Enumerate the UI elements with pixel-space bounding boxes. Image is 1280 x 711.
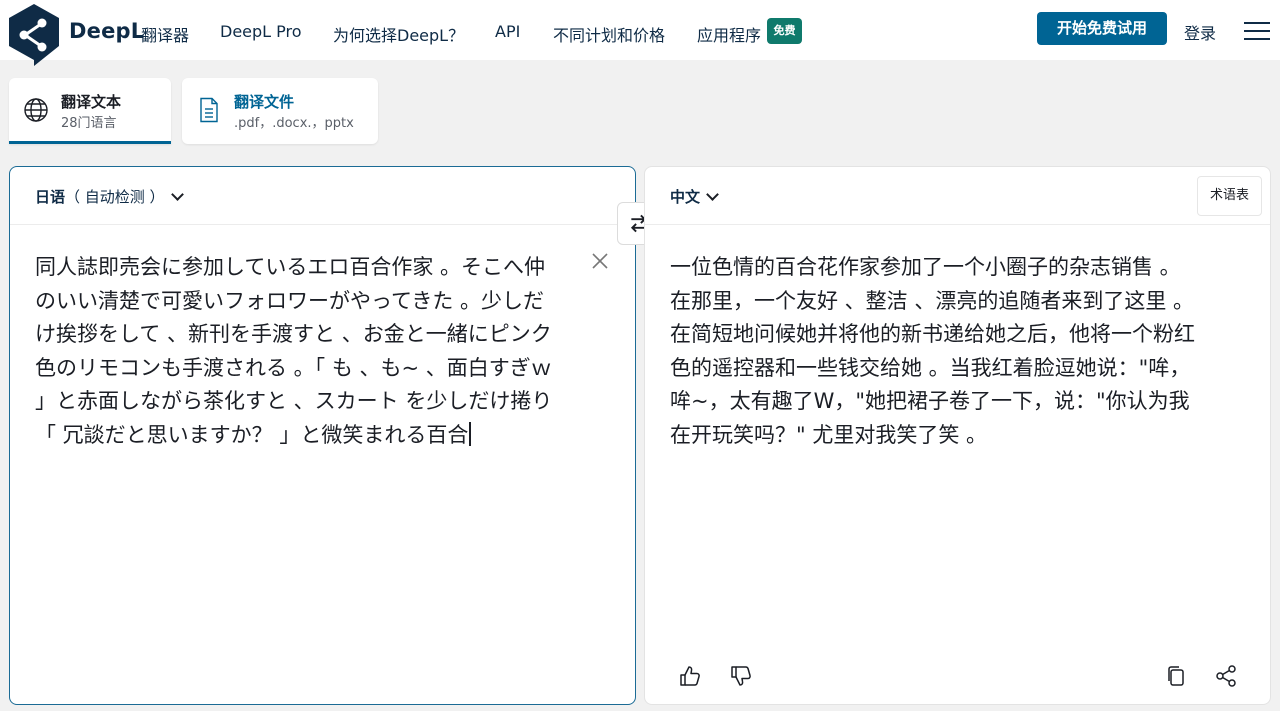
source-text: 同人誌即売会に参加しているエロ百合作家 。そこへ仲のいい清楚で可愛いフォロワーが… [35,255,553,447]
target-panel: 中文 术语表 一位色情的百合花作家参加了一个小圈子的杂志销售 。在那里，一个友好… [644,166,1271,705]
target-language: 中文 [670,188,701,206]
source-language: 日语 [35,188,66,206]
target-panel-header: 中文 术语表 [645,167,1270,225]
nav-why-deepl[interactable]: 为何选择DeepL？ [333,22,464,46]
chevron-down-icon [170,188,184,201]
source-panel-header: 日语（ 自动检测 ） [10,167,635,225]
close-icon[interactable] [590,251,610,271]
glossary-button[interactable]: 术语表 [1197,176,1262,216]
tab-translate-file[interactable]: 翻译文件 .pdf，.docx.，pptx [182,78,378,144]
brand-product[interactable]: 翻译器 [141,22,189,46]
target-text-output: 一位色情的百合花作家参加了一个小圈子的杂志销售 。在那里，一个友好 、整洁 、漂… [670,255,1195,447]
deepl-logo-icon[interactable] [8,3,60,67]
start-free-trial-button[interactable]: 开始免费试用 [1037,12,1167,45]
globe-icon [24,98,48,122]
tab-translate-text[interactable]: 翻译文本 28门语言 [9,78,171,144]
tab-file-subtitle: .pdf，.docx.，pptx [234,116,354,131]
tab-text-title: 翻译文本 [61,93,122,111]
thumbs-down-icon[interactable] [729,664,753,688]
top-header: DeepL 翻译器 DeepL Pro 为何选择DeepL？ API 不同计划和… [0,0,1280,66]
nav-api[interactable]: API [495,22,520,41]
text-caret [469,421,471,446]
tab-file-title: 翻译文件 [234,93,295,111]
free-badge: 免费 [767,18,802,44]
nav-deepl-pro[interactable]: DeepL Pro [220,22,302,41]
thumbs-up-icon[interactable] [678,664,702,688]
copy-icon[interactable] [1164,664,1188,688]
login-link[interactable]: 登录 [1184,20,1216,44]
share-icon[interactable] [1214,664,1238,688]
chevron-down-icon [706,188,719,201]
source-text-input[interactable]: 同人誌即売会に参加しているエロ百合作家 。そこへ仲のいい清楚で可愛いフォロワーが… [35,251,555,453]
nav-apps[interactable]: 应用程序 [697,22,761,46]
menu-icon[interactable] [1244,22,1270,40]
source-language-select[interactable]: 日语（ 自动检测 ） [35,186,184,207]
nav-pricing[interactable]: 不同计划和价格 [553,22,665,46]
tab-text-subtitle: 28门语言 [61,116,117,131]
auto-detect-label: （ 自动检测 ） [65,188,165,206]
source-panel: 日语（ 自动检测 ） 同人誌即売会に参加しているエロ百合作家 。そこへ仲のいい清… [9,166,636,705]
brand-name[interactable]: DeepL [69,19,144,43]
document-icon [200,97,218,123]
target-language-select[interactable]: 中文 [670,186,719,207]
